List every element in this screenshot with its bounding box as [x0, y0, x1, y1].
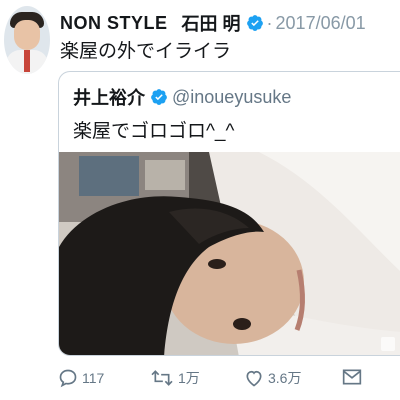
quoted-tweet-photo[interactable]	[59, 152, 400, 355]
tweet-text: 楽屋の外でイライラ	[60, 41, 232, 62]
author-display-name[interactable]: NON STYLE	[60, 13, 168, 34]
verified-badge-icon	[246, 15, 263, 31]
like-count: 3.6万	[268, 370, 302, 386]
quoted-author-handle: @inoueyusuke	[172, 86, 292, 107]
tweet-actions: 117 1万 3.6万	[58, 368, 388, 390]
quoted-tweet-text: 楽屋でゴロゴロ^_^	[73, 121, 235, 142]
author-display-name-2[interactable]: 石田 明	[182, 10, 241, 36]
quoted-tweet-card[interactable]: 井上裕介 @inoueyusuke 楽屋でゴロゴロ^_^	[58, 71, 400, 356]
selfie-photo	[59, 152, 400, 355]
tweet-date[interactable]: 2017/06/01	[276, 13, 366, 34]
retweet-count: 1万	[178, 370, 200, 386]
reply-icon	[59, 369, 77, 388]
tweet-header: NON STYLE 石田 明 · 2017/06/01	[60, 10, 366, 36]
verified-badge-icon	[151, 89, 167, 105]
like-button[interactable]: 3.6万	[244, 368, 301, 388]
avatar-tie	[24, 50, 30, 72]
retweet-button[interactable]: 1万	[150, 368, 200, 388]
quoted-author-name: 井上裕介	[73, 88, 145, 108]
avatar-face	[14, 20, 40, 50]
reply-count: 117	[82, 370, 105, 386]
heart-icon	[246, 370, 262, 387]
retweet-icon	[151, 370, 173, 386]
message-button[interactable]	[342, 368, 362, 386]
envelope-icon	[342, 369, 362, 385]
avatar[interactable]	[4, 6, 50, 74]
quoted-tweet-header: 井上裕介 @inoueyusuke	[73, 84, 291, 110]
reply-button[interactable]: 117	[58, 368, 104, 388]
separator-dot: ·	[266, 12, 273, 33]
tweet[interactable]: NON STYLE 石田 明 · 2017/06/01 楽屋の外でイライラ 井上…	[0, 0, 400, 400]
